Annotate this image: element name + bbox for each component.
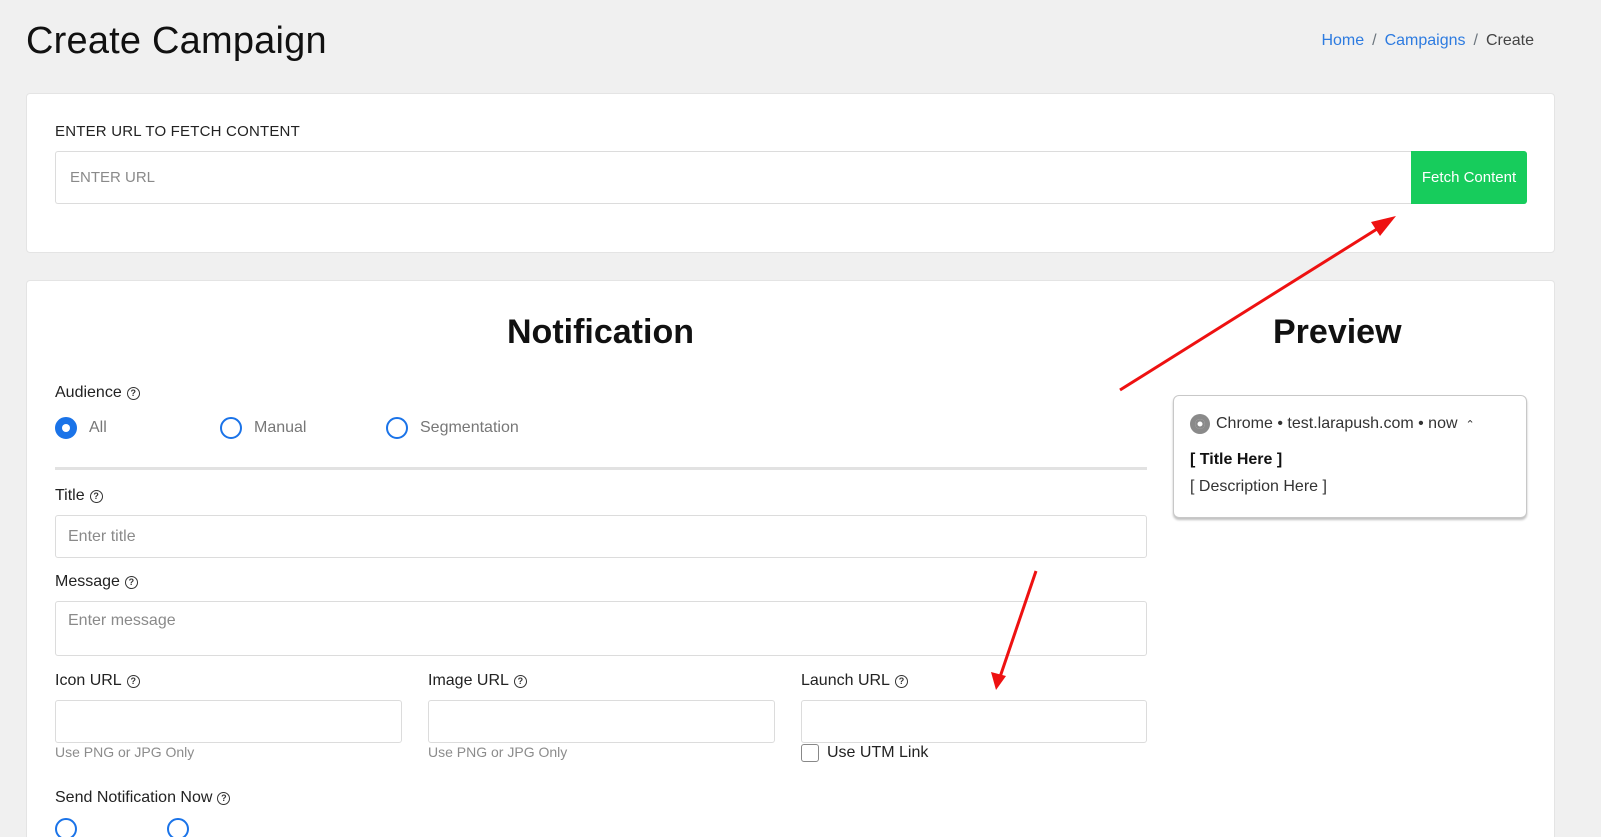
- audience-option-label: Manual: [254, 419, 307, 436]
- audience-label: Audience ?: [55, 384, 140, 402]
- radio-unchecked-icon[interactable]: [386, 417, 408, 439]
- help-icon[interactable]: ?: [126, 386, 140, 400]
- notification-heading: Notification: [507, 313, 694, 351]
- help-icon[interactable]: ?: [124, 575, 138, 589]
- icon-url-label: Icon URL ?: [55, 672, 140, 690]
- help-icon[interactable]: ?: [126, 674, 140, 688]
- title-label-text: Title: [55, 487, 85, 504]
- launch-url-label-text: Launch URL: [801, 672, 890, 689]
- preview-header: Chrome • test.larapush.com • now ⌃: [1190, 414, 1475, 434]
- icon-url-input[interactable]: [55, 700, 402, 743]
- preview-notification-title: [ Title Here ]: [1190, 451, 1283, 468]
- audience-option-all[interactable]: All: [55, 417, 220, 439]
- breadcrumb-separator: /: [1473, 32, 1478, 49]
- page-title: Create Campaign: [26, 20, 327, 62]
- send-now-radio-no[interactable]: [167, 818, 189, 837]
- radio-checked-icon[interactable]: [55, 417, 77, 439]
- notification-preview: Chrome • test.larapush.com • now ⌃ [ Tit…: [1173, 395, 1527, 518]
- audience-option-segmentation[interactable]: Segmentation: [386, 417, 519, 439]
- launch-url-input[interactable]: [801, 700, 1147, 743]
- utm-link-label: Use UTM Link: [827, 744, 929, 761]
- breadcrumb: Home / Campaigns / Create: [1321, 32, 1534, 50]
- image-url-label-text: Image URL: [428, 672, 509, 689]
- help-icon[interactable]: ?: [89, 489, 103, 503]
- send-now-label-text: Send Notification Now: [55, 789, 213, 806]
- help-icon[interactable]: ?: [217, 791, 231, 805]
- breadcrumb-campaigns-link[interactable]: Campaigns: [1385, 32, 1466, 50]
- help-icon[interactable]: ?: [894, 674, 908, 688]
- preview-source: Chrome • test.larapush.com • now: [1216, 415, 1458, 432]
- preview-notification-description: [ Description Here ]: [1190, 478, 1327, 495]
- icon-url-hint: Use PNG or JPG Only: [55, 744, 195, 760]
- campaign-form-card: Notification Preview Audience ? All Manu…: [26, 280, 1555, 837]
- audience-label-text: Audience: [55, 384, 122, 401]
- image-url-input[interactable]: [428, 700, 775, 743]
- title-input[interactable]: [55, 515, 1147, 558]
- fetch-content-button[interactable]: Fetch Content: [1411, 151, 1527, 204]
- message-input[interactable]: [55, 601, 1147, 656]
- audience-radio-group: All Manual Segmentation: [55, 417, 519, 439]
- message-label-text: Message: [55, 573, 120, 590]
- image-url-hint: Use PNG or JPG Only: [428, 744, 568, 760]
- breadcrumb-home-link[interactable]: Home: [1321, 32, 1364, 50]
- fetch-url-group: Fetch Content: [55, 151, 1527, 204]
- fetch-url-label: ENTER URL TO FETCH CONTENT: [55, 123, 300, 140]
- fetch-url-input[interactable]: [55, 151, 1411, 204]
- utm-link-option[interactable]: Use UTM Link: [801, 744, 928, 762]
- audience-option-label: Segmentation: [420, 419, 519, 436]
- breadcrumb-separator: /: [1372, 32, 1377, 49]
- chevron-up-icon: ⌃: [1465, 418, 1475, 431]
- message-label: Message ?: [55, 573, 138, 591]
- breadcrumb-current: Create: [1485, 32, 1534, 49]
- help-icon[interactable]: ?: [513, 674, 527, 688]
- title-label: Title ?: [55, 487, 103, 505]
- fetch-content-card: ENTER URL TO FETCH CONTENT Fetch Content: [26, 93, 1555, 253]
- image-url-label: Image URL ?: [428, 672, 527, 690]
- audience-option-label: All: [89, 419, 107, 436]
- radio-unchecked-icon[interactable]: [220, 417, 242, 439]
- send-now-label: Send Notification Now ?: [55, 789, 231, 807]
- audience-option-manual[interactable]: Manual: [220, 417, 386, 439]
- divider: [55, 467, 1147, 470]
- preview-heading: Preview: [1273, 313, 1402, 351]
- send-now-radio-yes[interactable]: [55, 818, 77, 837]
- chrome-icon: [1190, 414, 1210, 434]
- utm-link-checkbox[interactable]: [801, 744, 819, 762]
- icon-url-label-text: Icon URL: [55, 672, 122, 689]
- launch-url-label: Launch URL ?: [801, 672, 908, 690]
